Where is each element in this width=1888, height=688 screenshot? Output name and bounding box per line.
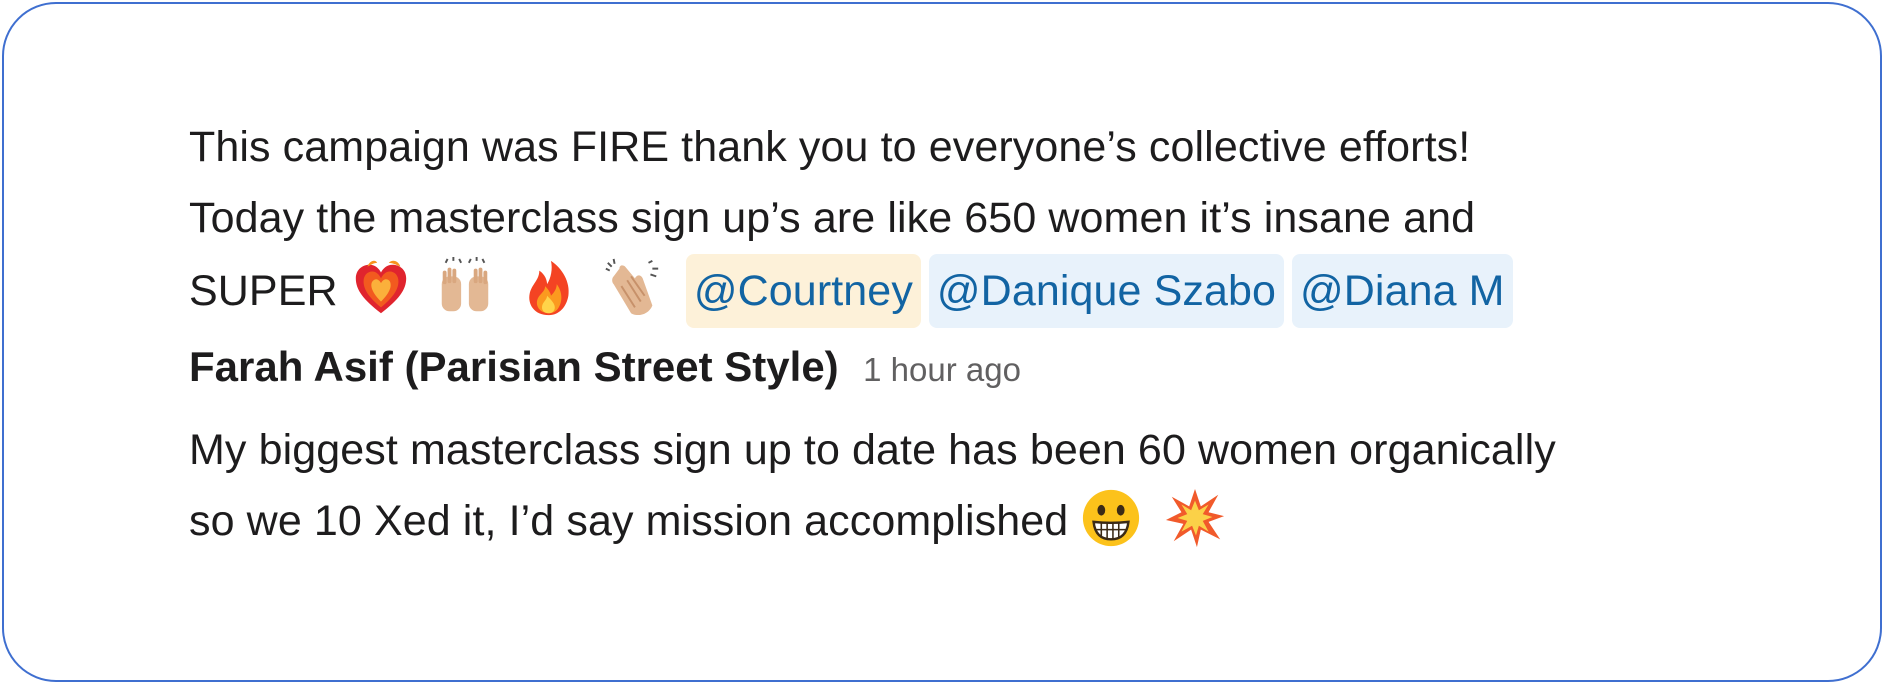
heart-on-fire-icon [350, 257, 412, 319]
clapping-hands-icon [602, 257, 664, 319]
message-body: My biggest masterclass sign up to date h… [189, 415, 1829, 557]
message-text: SUPER [189, 267, 338, 315]
message-line: Today the masterclass sign up’s are like… [189, 194, 1476, 242]
mention-danique-szabo[interactable]: @Danique Szabo [928, 254, 1285, 328]
message-header: Farah Asif (Parisian Street Style) 1 hou… [189, 343, 1829, 409]
message-timestamp[interactable]: 1 hour ago [863, 351, 1021, 388]
collision-icon [1164, 487, 1226, 549]
fire-icon [518, 257, 580, 319]
message-thread: This campaign was FIRE thank you to ever… [189, 112, 1829, 557]
mention-diana-m[interactable]: @Diana M [1292, 254, 1513, 328]
message-line: This campaign was FIRE thank you to ever… [189, 123, 1471, 171]
message-body: This campaign was FIRE thank you to ever… [189, 112, 1829, 328]
mention-courtney[interactable]: @Courtney [685, 254, 921, 328]
message-line-with-emoji: so we 10 Xed it, I’d say mission accompl… [189, 486, 1829, 557]
raising-hands-icon [434, 257, 496, 319]
author-name[interactable]: Farah Asif (Parisian Street Style) [189, 343, 839, 390]
message-line: My biggest masterclass sign up to date h… [189, 426, 1556, 474]
message-card: This campaign was FIRE thank you to ever… [2, 2, 1882, 682]
message-line-with-mentions: SUPER @Courtney @Danique Szabo @Diana M [189, 254, 1829, 328]
message-text: so we 10 Xed it, I’d say mission accompl… [189, 497, 1069, 545]
grinning-face-icon [1080, 487, 1142, 549]
